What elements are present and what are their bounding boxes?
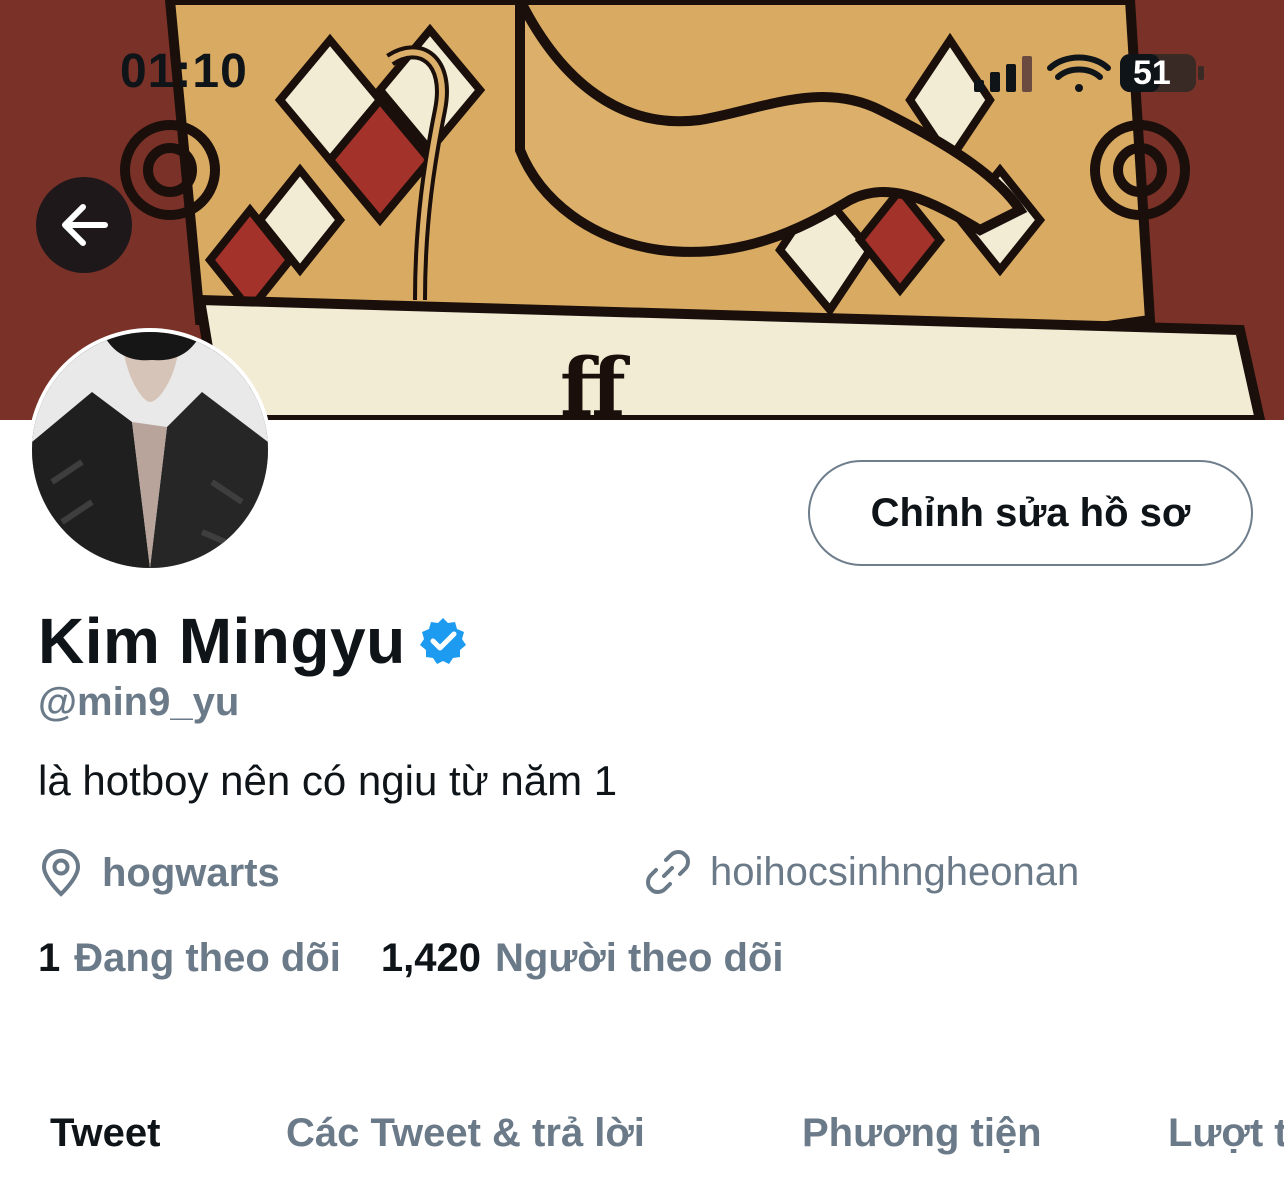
- location: hogwarts: [38, 848, 280, 898]
- tab-media[interactable]: Phương tiện: [802, 1111, 1042, 1156]
- battery-level: 51: [1133, 54, 1171, 92]
- website[interactable]: hoihocsinhngheonan: [644, 848, 1079, 896]
- back-button[interactable]: [36, 177, 132, 273]
- following-count: 1: [38, 936, 61, 980]
- following-stat[interactable]: 1 Đang theo dõi: [38, 936, 341, 981]
- tab-likes[interactable]: Lượt t: [1168, 1111, 1284, 1156]
- arrow-left-icon: [62, 204, 108, 246]
- location-pin-icon: [41, 848, 81, 897]
- edit-profile-button[interactable]: Chỉnh sửa hồ sơ: [808, 460, 1253, 566]
- website-link[interactable]: hoihocsinhngheonan: [710, 850, 1079, 895]
- bio: là hotboy nên có ngiu từ năm 1: [38, 757, 618, 804]
- svg-text:ff: ff: [560, 340, 630, 420]
- user-handle: @min9_yu: [38, 680, 240, 724]
- name-row: Kim Mingyu: [38, 604, 468, 678]
- link-icon: [646, 850, 690, 894]
- status-time: 01:10: [120, 45, 248, 98]
- signal-icon: [974, 56, 1032, 92]
- followers-stat[interactable]: 1,420 Người theo dõi: [381, 936, 784, 981]
- follow-stats: 1 Đang theo dõi 1,420 Người theo dõi: [38, 936, 783, 981]
- profile-tabs: Tweet Các Tweet & trả lời Phương tiện Lư…: [0, 1105, 1284, 1175]
- tab-tweets-replies[interactable]: Các Tweet & trả lời: [286, 1111, 645, 1156]
- status-icons: [970, 50, 1210, 100]
- display-name: Kim Mingyu: [38, 605, 406, 677]
- tab-tweets[interactable]: Tweet: [50, 1111, 160, 1156]
- wifi-icon: [1047, 54, 1111, 92]
- location-text: hogwarts: [102, 850, 280, 895]
- avatar[interactable]: [28, 328, 272, 572]
- following-label: Đang theo dõi: [74, 936, 341, 980]
- followers-count: 1,420: [380, 936, 481, 980]
- verified-badge-icon: [419, 618, 466, 664]
- avatar-image: [32, 332, 268, 568]
- followers-label: Người theo dõi: [495, 936, 784, 980]
